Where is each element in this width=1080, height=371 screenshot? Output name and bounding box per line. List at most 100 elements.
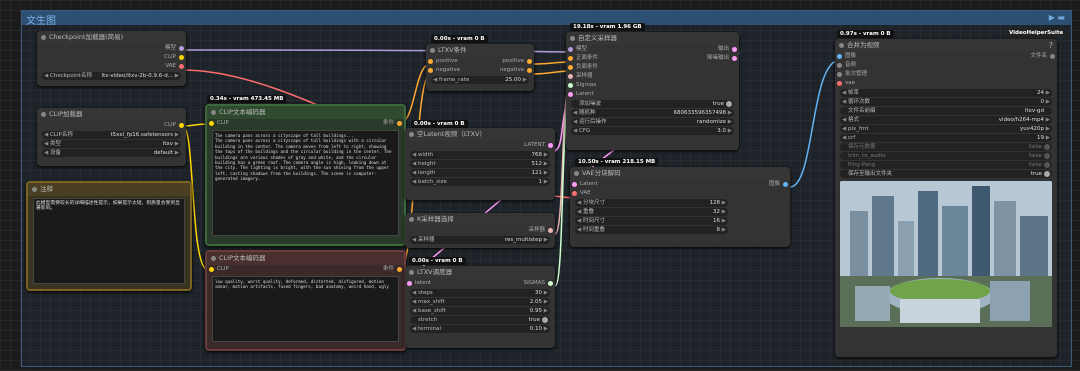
- arrow-left-icon[interactable]: ◀: [573, 109, 577, 117]
- collapse-dot-icon[interactable]: [574, 171, 579, 176]
- arrow-right-icon[interactable]: ▶: [544, 160, 548, 168]
- input-images[interactable]: 图像: [835, 52, 856, 61]
- seed-number[interactable]: ◀ 随机种 680633596357498 ▶: [571, 109, 734, 117]
- arrow-right-icon[interactable]: ▶: [544, 151, 548, 159]
- socket-icon[interactable]: [527, 68, 532, 73]
- input-vae[interactable]: vae: [835, 79, 1057, 88]
- length-number[interactable]: ◀ length 121 ▶: [410, 169, 550, 177]
- socket-icon[interactable]: [783, 182, 788, 187]
- socket-icon[interactable]: [568, 74, 573, 79]
- arrow-right-icon[interactable]: ▶: [722, 199, 726, 207]
- save-output-toggle[interactable]: 保存至输出文件夹 true: [840, 170, 1052, 178]
- node-vae-decode-tiled[interactable]: VAE分块解码 Latent 图像 VAE ◀ 分块尺寸 128 ▶ ◀ 重叠 32 ▶ ◀…: [570, 167, 790, 247]
- tile-size-number[interactable]: ◀ 分块尺寸 128 ▶: [575, 199, 728, 207]
- sampler-name-combo[interactable]: ◀ 采样器 res_multistep ▶: [410, 236, 550, 244]
- filename-prefix-text[interactable]: 文件名前缀 ltxv-gd: [840, 107, 1052, 115]
- input-latent[interactable]: Latent: [566, 90, 739, 99]
- arrow-left-icon[interactable]: ◀: [577, 199, 581, 207]
- toggle-knob-icon[interactable]: [542, 317, 548, 323]
- arrow-left-icon[interactable]: ◀: [412, 178, 416, 186]
- collapse-dot-icon[interactable]: [409, 217, 414, 222]
- arrow-left-icon[interactable]: ◀: [577, 226, 581, 234]
- node-header[interactable]: CLIP文本编码器: [207, 106, 404, 119]
- arrow-right-icon[interactable]: ▶: [175, 140, 179, 148]
- socket-icon[interactable]: [572, 191, 577, 196]
- steps-number[interactable]: ◀ steps 30 ▶: [410, 289, 550, 297]
- socket-icon[interactable]: [209, 121, 214, 126]
- note-text[interactable]: 此模型需要较长的详细描述性提示，如果提示太短，则质量会受到显著影响。: [33, 198, 185, 284]
- toggle-knob-icon[interactable]: [726, 101, 732, 107]
- node-empty-latent[interactable]: 空Latent视频（LTXV） LATENT ◀ width 768 ▶ ◀ heigh…: [405, 128, 555, 200]
- socket-icon[interactable]: [732, 47, 737, 52]
- loop-count-number[interactable]: ◀ 循环次数 0 ▶: [840, 98, 1052, 106]
- frame-rate-number[interactable]: ◀ frame_rate 25.00 ▶: [431, 76, 529, 84]
- arrow-right-icon[interactable]: ▶: [728, 109, 732, 117]
- socket-icon[interactable]: [179, 46, 184, 51]
- socket-icon[interactable]: [397, 121, 402, 126]
- ping-pong-toggle[interactable]: Ping-Pong false: [840, 161, 1052, 169]
- stretch-toggle[interactable]: stretch true: [410, 316, 550, 324]
- add-noise-toggle[interactable]: 添加噪波 true: [571, 100, 734, 108]
- arrow-left-icon[interactable]: ◀: [573, 118, 577, 126]
- socket-icon[interactable]: [837, 72, 842, 77]
- socket-icon[interactable]: [428, 59, 433, 64]
- arrow-left-icon[interactable]: ◀: [412, 289, 416, 297]
- node-header[interactable]: Checkpoint加载器(简易): [37, 31, 186, 44]
- clip-type-combo[interactable]: ◀ 类型 ltxv ▶: [42, 140, 181, 148]
- arrow-left-icon[interactable]: ◀: [573, 127, 577, 135]
- input-batch-manager[interactable]: 批次管理: [835, 70, 1057, 79]
- save-metadata-toggle[interactable]: 保存元数据 false: [840, 143, 1052, 151]
- arrow-right-icon[interactable]: ▶: [722, 226, 726, 234]
- node-ksampler-select[interactable]: K采样器选择 采样器 ◀ 采样器 res_multistep ▶: [405, 213, 555, 248]
- arrow-left-icon[interactable]: ◀: [577, 208, 581, 216]
- output-conditioning[interactable]: 条件: [383, 265, 404, 274]
- arrow-left-icon[interactable]: ◀: [44, 72, 48, 80]
- output-negative[interactable]: negative: [500, 66, 534, 75]
- help-icon[interactable]: ?: [1049, 39, 1053, 52]
- arrow-right-icon[interactable]: ▶: [544, 236, 548, 244]
- arrow-right-icon[interactable]: ▶: [728, 118, 732, 126]
- node-ltxv-scheduler[interactable]: LTXV调度器 latent SIGMAS ◀ steps 30 ▶ ◀ max_shi…: [405, 266, 555, 348]
- node-header[interactable]: CLIP文本编码器: [207, 252, 404, 265]
- output-latent[interactable]: LATENT: [405, 141, 555, 150]
- output-clip[interactable]: CLIP: [37, 53, 186, 62]
- arrow-left-icon[interactable]: ◀: [842, 98, 846, 106]
- socket-icon[interactable]: [179, 123, 184, 128]
- output-denoised[interactable]: 降噪输出: [707, 54, 739, 63]
- socket-icon[interactable]: [568, 65, 573, 70]
- arrow-left-icon[interactable]: ◀: [842, 89, 846, 97]
- arrow-right-icon[interactable]: ▶: [175, 149, 179, 157]
- input-negative[interactable]: 负面条件: [566, 63, 739, 72]
- input-positive[interactable]: 正面条件: [566, 54, 598, 63]
- output-model[interactable]: 模型: [37, 44, 186, 53]
- socket-icon[interactable]: [548, 143, 553, 148]
- temporal-size-number[interactable]: ◀ 时间尺寸 16 ▶: [575, 217, 728, 225]
- socket-icon[interactable]: [568, 83, 573, 88]
- output-sigmas[interactable]: SIGMAS: [524, 279, 555, 288]
- pix-fmt-combo[interactable]: ◀ pix_fmt yuv420p ▶: [840, 125, 1052, 133]
- socket-icon[interactable]: [568, 47, 573, 52]
- arrow-left-icon[interactable]: ◀: [44, 131, 48, 139]
- format-combo[interactable]: ◀ 格式 video/h264-mp4 ▶: [840, 116, 1052, 124]
- output-sampler[interactable]: 采样器: [405, 226, 555, 235]
- collapse-dot-icon[interactable]: [409, 270, 414, 275]
- arrow-left-icon[interactable]: ◀: [412, 151, 416, 159]
- positive-prompt-textarea[interactable]: The camera pans across a cityscape of ta…: [212, 130, 399, 236]
- arrow-left-icon[interactable]: ◀: [44, 140, 48, 148]
- collapse-dot-icon[interactable]: [409, 132, 414, 137]
- node-header[interactable]: VAE分块解码: [570, 167, 790, 180]
- clip-name-combo[interactable]: ◀ CLIP名称 t5xxl_fp16.safetensors ▶: [42, 131, 181, 139]
- socket-icon[interactable]: [548, 228, 553, 233]
- input-model[interactable]: 模型: [566, 45, 587, 54]
- socket-icon[interactable]: [407, 281, 412, 286]
- socket-icon[interactable]: [428, 68, 433, 73]
- node-clip-text-positive[interactable]: CLIP文本编码器 CLIP 条件 The camera pans across…: [205, 104, 406, 246]
- node-custom-sampler[interactable]: 自定义采样器 模型 输出 正面条件 降噪输出 负面条件 采样器 Sigmas L…: [566, 32, 739, 150]
- arrow-left-icon[interactable]: ◀: [842, 125, 846, 133]
- node-header[interactable]: 注释: [28, 183, 190, 196]
- control-after-generate-combo[interactable]: ◀ 运行后操作 randomize ▶: [571, 118, 734, 126]
- crf-number[interactable]: ◀ crf 19 ▶: [840, 134, 1052, 142]
- output-filenames[interactable]: 文件名: [1030, 52, 1057, 61]
- cfg-number[interactable]: ◀ CFG 3.0 ▶: [571, 127, 734, 135]
- arrow-left-icon[interactable]: ◀: [412, 160, 416, 168]
